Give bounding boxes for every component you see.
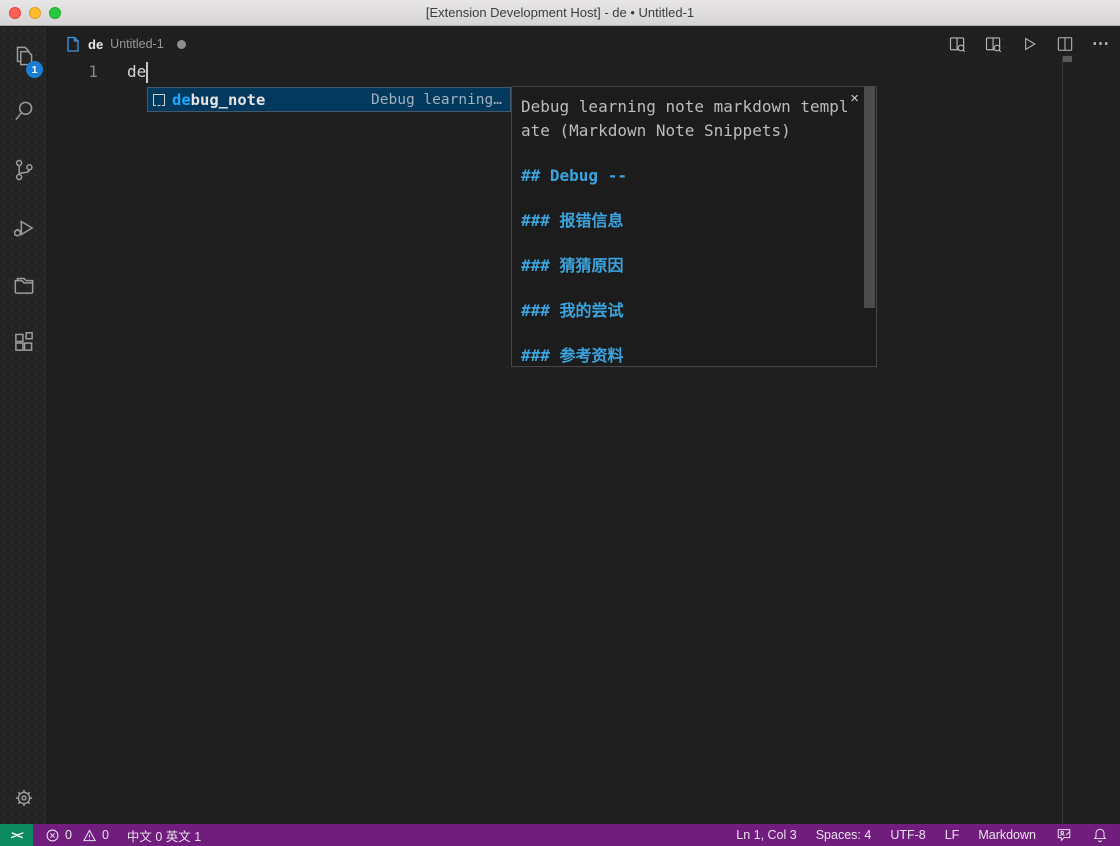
snippet-heading: ### 我的尝试 xyxy=(521,299,852,323)
close-icon[interactable]: × xyxy=(850,92,859,106)
source-control-icon xyxy=(11,157,37,183)
suggest-docs-panel: Debug learning note markdown template (M… xyxy=(511,86,877,367)
split-editor-icon xyxy=(1055,34,1075,54)
split-editor-button[interactable] xyxy=(1054,33,1076,55)
more-actions-button[interactable]: ⋯ xyxy=(1090,33,1112,55)
open-preview-side-button[interactable] xyxy=(982,33,1004,55)
snippet-icon xyxy=(153,94,165,106)
ellipsis-icon: ⋯ xyxy=(1092,34,1110,54)
editor-title-bar: de Untitled-1 xyxy=(48,28,1120,60)
snippet-description: Debug learning note markdown template (M… xyxy=(521,95,852,143)
suggest-rest-text: bug_note xyxy=(191,91,266,109)
editor-line-1[interactable]: 1 de xyxy=(48,62,1110,86)
sidebar-item-folder[interactable] xyxy=(0,265,48,305)
suggest-docs-content: Debug learning note markdown template (M… xyxy=(512,87,876,367)
suggest-detail: Debug learning… xyxy=(371,92,502,108)
window-title: [Extension Development Host] - de • Unti… xyxy=(426,5,694,20)
bell-icon xyxy=(1092,827,1108,843)
sidebar-item-settings[interactable] xyxy=(0,778,48,818)
sidebar-item-source-control[interactable] xyxy=(0,150,48,190)
feedback-icon xyxy=(1056,827,1072,843)
line-number: 1 xyxy=(48,62,109,86)
tab-label: de xyxy=(88,37,103,52)
tab-untitled-1[interactable]: de Untitled-1 xyxy=(65,36,186,53)
sidebar-item-explorer[interactable]: 1 xyxy=(0,36,48,76)
minimize-window-button[interactable] xyxy=(29,7,41,19)
snippet-heading: ### 报错信息 xyxy=(521,209,852,233)
run-debug-icon xyxy=(11,215,37,241)
tab-description: Untitled-1 xyxy=(110,37,164,51)
sidebar-item-search[interactable] xyxy=(0,91,48,131)
markdown-file-icon xyxy=(65,36,81,53)
suggest-match-text: de xyxy=(172,91,191,109)
zoom-window-button[interactable] xyxy=(49,7,61,19)
traffic-lights xyxy=(9,7,61,19)
close-window-button[interactable] xyxy=(9,7,21,19)
language-mode-status[interactable]: Markdown xyxy=(978,828,1036,842)
snippet-heading: ### 参考资料 xyxy=(521,344,852,367)
open-preview-button[interactable] xyxy=(946,33,968,55)
snippet-heading: ### 猜猜原因 xyxy=(521,254,852,278)
explorer-badge: 1 xyxy=(26,61,43,78)
status-bar: >< 0 0 中文 0 英文 1 Ln 1, Col 3 Spaces: 4 U… xyxy=(0,824,1120,846)
suggest-label: debug_note xyxy=(172,91,265,109)
search-icon xyxy=(11,98,37,124)
warning-icon xyxy=(82,828,97,843)
error-icon xyxy=(45,828,60,843)
run-button[interactable] xyxy=(1018,33,1040,55)
folder-icon xyxy=(11,272,37,298)
sidebar-item-run-debug[interactable] xyxy=(0,208,48,248)
activity-bar: 1 xyxy=(0,27,48,824)
modified-indicator xyxy=(177,40,186,49)
titlebar: [Extension Development Host] - de • Unti… xyxy=(0,0,1120,26)
snippet-heading: ## Debug -- xyxy=(521,164,852,188)
status-bar-left: 0 0 中文 0 英文 1 xyxy=(33,826,201,845)
editor-actions: ⋯ xyxy=(946,28,1112,60)
remote-indicator[interactable]: >< xyxy=(0,824,33,846)
status-bar-right: Ln 1, Col 3 Spaces: 4 UTF-8 LF Markdown xyxy=(736,827,1120,844)
editor-scrollbar-thumb[interactable] xyxy=(1063,56,1072,62)
workbench: 1 xyxy=(0,27,1120,824)
warning-count: 0 xyxy=(102,828,109,842)
error-count: 0 xyxy=(65,828,72,842)
cursor-position-status[interactable]: Ln 1, Col 3 xyxy=(736,828,796,842)
open-preview-icon xyxy=(947,34,968,55)
extensions-icon xyxy=(11,329,37,355)
run-icon xyxy=(1019,34,1039,54)
text-cursor xyxy=(146,62,148,83)
word-count-status[interactable]: 中文 0 英文 1 xyxy=(127,826,201,845)
indentation-status[interactable]: Spaces: 4 xyxy=(816,828,872,842)
vscode-window: [Extension Development Host] - de • Unti… xyxy=(0,0,1120,846)
editor-scrollbar-gutter[interactable] xyxy=(1062,56,1072,824)
gear-icon xyxy=(11,785,37,811)
notifications-button[interactable] xyxy=(1091,827,1108,844)
docs-scrollbar-thumb[interactable] xyxy=(864,87,875,308)
open-preview-side-icon xyxy=(983,34,1004,55)
feedback-button[interactable] xyxy=(1055,827,1072,844)
sidebar-item-extensions[interactable] xyxy=(0,322,48,362)
encoding-status[interactable]: UTF-8 xyxy=(890,828,925,842)
problems-status[interactable]: 0 0 xyxy=(45,828,109,843)
eol-status[interactable]: LF xyxy=(945,828,960,842)
line-text: de xyxy=(109,62,146,86)
suggest-widget-row-debug-note[interactable]: debug_note Debug learning… xyxy=(147,87,511,112)
typed-text: de xyxy=(127,62,146,81)
remote-indicator-icon: >< xyxy=(10,828,22,842)
